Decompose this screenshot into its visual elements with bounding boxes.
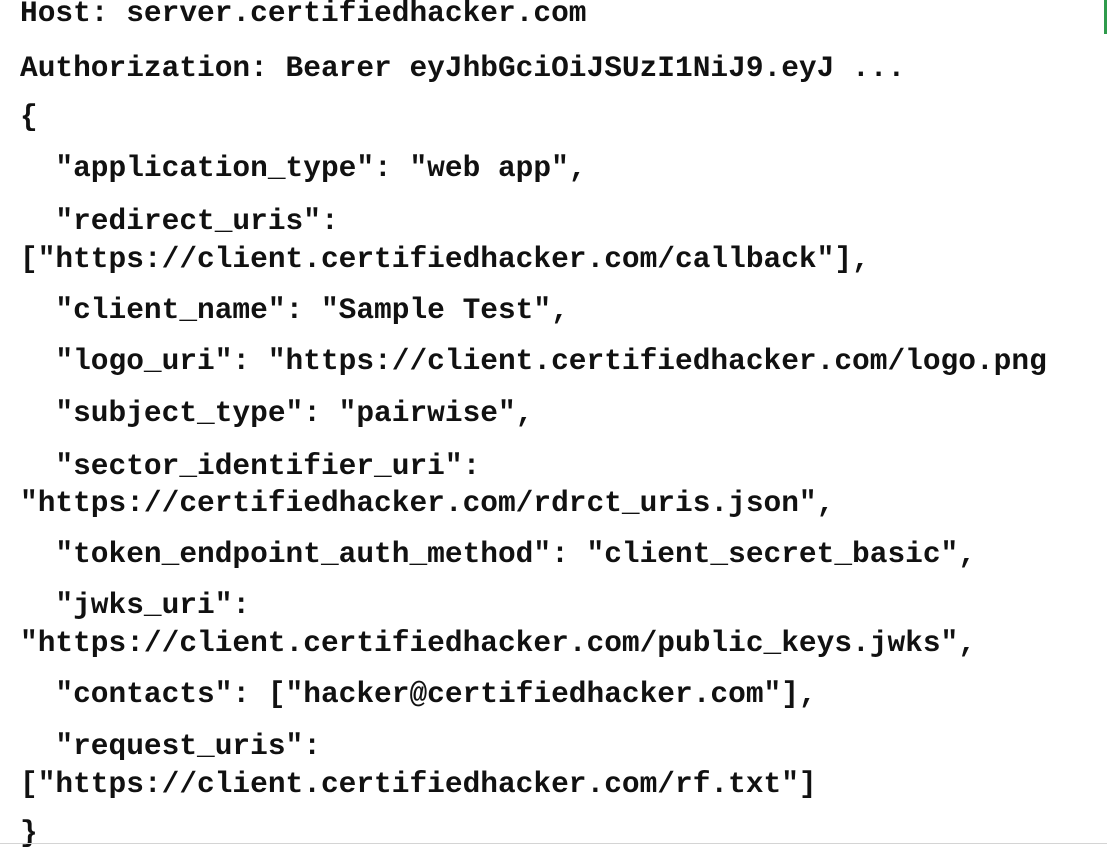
json-open-brace: { <box>20 100 38 134</box>
logo-uri-line: "logo_uri": "https://client.certifiedhac… <box>20 344 1047 378</box>
contacts-line: "contacts": ["hacker@certifiedhacker.com… <box>20 677 817 711</box>
host-header-line: Host: server.certifiedhacker.com <box>20 0 587 30</box>
bottom-divider <box>0 843 1107 844</box>
authorization-header-line: Authorization: Bearer eyJhbGciOiJSUzI1Ni… <box>20 51 906 85</box>
redirect-uris-value-line: ["https://client.certifiedhacker.com/cal… <box>20 242 870 276</box>
jwks-uri-value-line: "https://client.certifiedhacker.com/publ… <box>20 626 976 660</box>
request-uris-key-line: "request_uris": <box>20 729 321 763</box>
json-close-brace: } <box>20 816 38 850</box>
sector-identifier-uri-value-line: "https://certifiedhacker.com/rdrct_uris.… <box>20 486 835 520</box>
application-type-line: "application_type": "web app", <box>20 151 587 185</box>
jwks-uri-key-line: "jwks_uri": <box>20 588 251 622</box>
redirect-uris-key-line: "redirect_uris": <box>20 204 339 238</box>
http-request-document: Host: server.certifiedhacker.com Authori… <box>0 0 1107 867</box>
sector-identifier-uri-key-line: "sector_identifier_uri": <box>20 449 481 483</box>
subject-type-line: "subject_type": "pairwise", <box>20 396 534 430</box>
token-endpoint-auth-method-line: "token_endpoint_auth_method": "client_se… <box>20 537 976 571</box>
client-name-line: "client_name": "Sample Test", <box>20 293 569 327</box>
request-uris-value-line: ["https://client.certifiedhacker.com/rf.… <box>20 767 817 801</box>
